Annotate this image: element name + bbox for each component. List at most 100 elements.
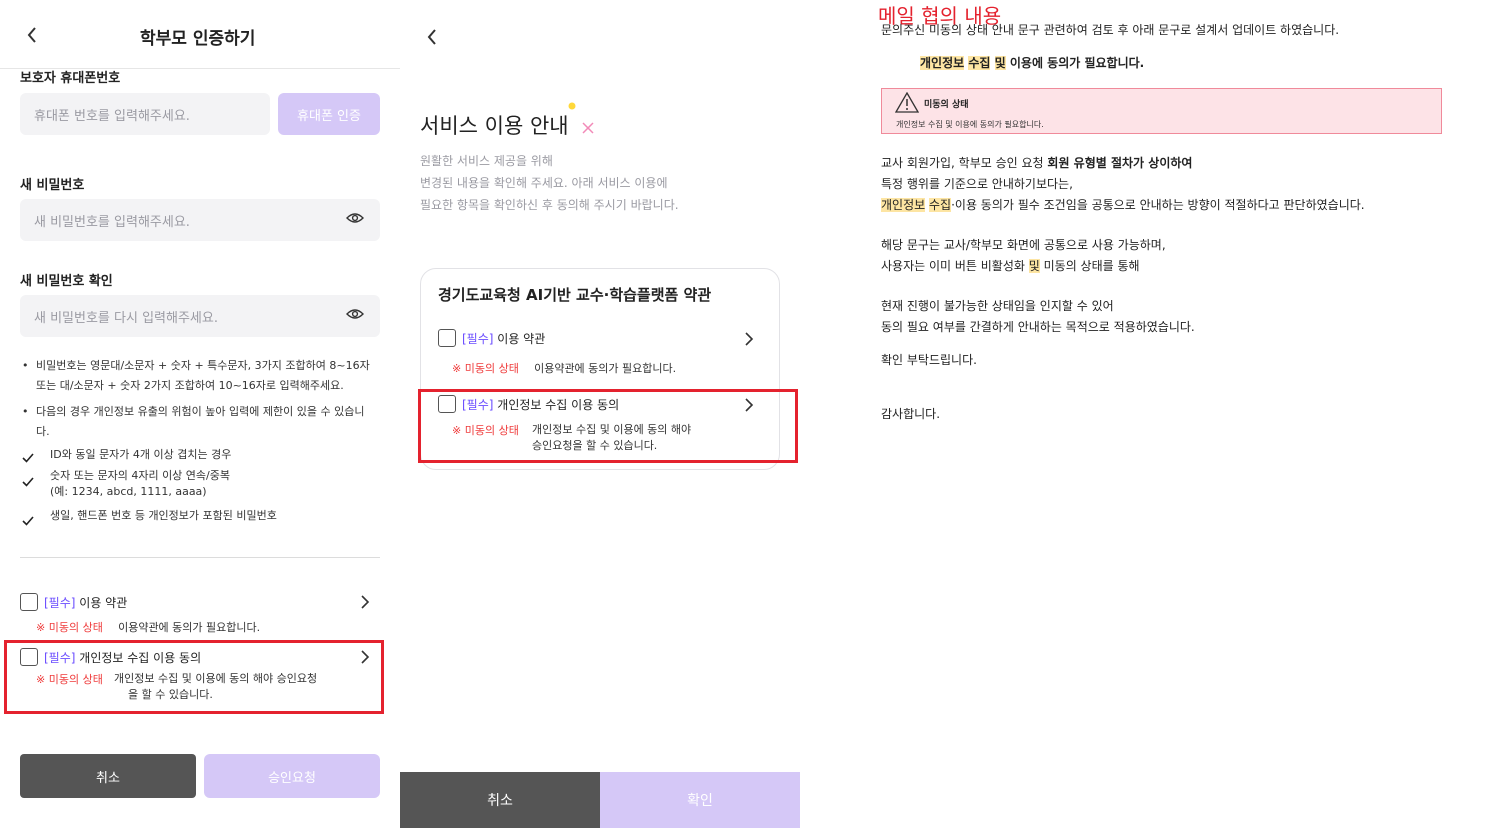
message-rest: 이용에 동의가 필요합니다. <box>1009 56 1145 70</box>
privacy-label: [필수] 개인정보 수집 이용 동의 <box>44 649 201 666</box>
password-rule-1: 비밀번호는 영문대/소문자 + 숫자 + 특수문자, 3가지 조합하여 8~16… <box>22 356 376 396</box>
checkmark-icon <box>22 511 34 530</box>
terms-checkbox[interactable] <box>20 593 38 611</box>
privacy-label-text: 개인정보 수집 이용 동의 <box>79 651 202 665</box>
paragraph-3-line1: 현재 진행이 불가능한 상태임을 인지할 수 있어 <box>881 299 1114 313</box>
confirm-password-input[interactable]: 새 비밀번호를 다시 입력해주세요. <box>20 295 380 337</box>
confirm-button[interactable]: 확인 <box>600 772 800 828</box>
checkmark-icon <box>22 472 34 491</box>
sparkle-dot-icon <box>568 95 576 114</box>
required-tag: [필수] <box>44 651 76 665</box>
highlight-word: 및 <box>994 56 1006 70</box>
text-span-bold: 회원 유형별 절차가 상이하여 <box>1047 156 1193 170</box>
paragraph-2-line2: 사용자는 이미 버튼 비활성화 및 미동의 상태를 통해 <box>881 256 1166 277</box>
mail-paragraph-1: 교사 회원가입, 학부모 승인 요청 회원 유형별 절차가 상이하여 특정 행위… <box>881 153 1501 216</box>
back-chevron-icon[interactable] <box>26 26 38 47</box>
unagreed-status-label: ※ 미동의 상태 <box>452 424 519 437</box>
text-span: ·이용 동의가 필수 조건임을 공통으로 안내하는 방향이 적절하다고 판단하였… <box>951 198 1365 212</box>
description-line2: 변경된 내용을 확인해 주세요. 아래 서비스 이용에 <box>420 176 668 190</box>
terms-checkbox[interactable] <box>438 329 456 347</box>
privacy-warning-line1: 개인정보 수집 및 이용에 동의 해야 <box>532 423 692 436</box>
service-description: 원활한 서비스 제공을 위해 변경된 내용을 확인해 주세요. 아래 서비스 이… <box>420 150 679 216</box>
updated-message: 개인정보 수집 및 이용에 동의가 필요합니다. <box>920 53 1144 74</box>
thanks-text: 감사합니다. <box>881 407 941 421</box>
banner-title: 미동의 상태 <box>924 100 969 110</box>
restriction-item-2-line1: 숫자 또는 문자의 4자리 이상 연속/중복 <box>50 469 230 482</box>
back-chevron-icon[interactable] <box>426 28 438 50</box>
required-tag: [필수] <box>44 596 76 610</box>
highlight-word: 개인정보 <box>881 198 926 212</box>
confirm-password-label: 새 비밀번호 확인 <box>20 274 113 289</box>
eye-icon[interactable] <box>346 212 364 228</box>
paragraph-1-line1: 교사 회원가입, 학부모 승인 요청 회원 유형별 절차가 상이하여 <box>881 153 1501 174</box>
mail-discussion-panel: 메일 협의 내용 문의주신 미동의 상태 안내 문구 관련하여 검토 후 아래 … <box>800 0 1511 828</box>
new-password-placeholder: 새 비밀번호를 입력해주세요. <box>34 214 190 230</box>
phone-input[interactable]: 휴대폰 번호를 입력해주세요. <box>20 93 270 135</box>
description-line3: 필요한 항목을 확인하신 후 동의해 주시기 바랍니다. <box>420 198 679 212</box>
privacy-warning-line2: 을 할 수 있습니다. <box>128 688 213 701</box>
unagreed-status-label: ※ 미동의 상태 <box>452 362 519 375</box>
phone-placeholder: 휴대폰 번호를 입력해주세요. <box>34 108 190 124</box>
restriction-item-2: 숫자 또는 문자의 4자리 이상 연속/중복 (예: 1234, abcd, 1… <box>50 468 230 500</box>
privacy-warning-line1: 개인정보 수집 및 이용에 동의 해야 승인요청 <box>114 672 318 685</box>
text-span: 미동의 상태를 통해 <box>1039 259 1140 273</box>
description-line1: 원활한 서비스 제공을 위해 <box>420 154 553 168</box>
text-span: 사용자는 이미 버튼 비활성화 <box>881 259 1029 273</box>
text-span: 교사 회원가입, 학부모 승인 요청 <box>881 156 1048 170</box>
chevron-right-icon[interactable] <box>744 331 754 350</box>
mail-paragraph-3: 현재 진행이 불가능한 상태임을 인지할 수 있어 동의 필요 여부를 간결하게… <box>881 296 1195 338</box>
highlight-word: 개인정보 <box>920 56 965 70</box>
banner-text: 개인정보 수집 및 이용에 동의가 필요합니다. <box>896 120 1044 129</box>
privacy-warning-line2: 승인요청을 할 수 있습니다. <box>532 439 658 452</box>
paragraph-1-line2: 특정 행위를 기준으로 안내하기보다는, <box>881 177 1073 191</box>
terms-card-title: 경기도교육청 AI기반 교수·학습플랫폼 약관 <box>438 286 712 304</box>
terms-warning-text: 이용약관에 동의가 필요합니다. <box>118 621 261 634</box>
terms-warning: ※ 미동의 상태 이용약관에 동의가 필요합니다. <box>36 616 260 636</box>
phone-label: 보호자 휴대폰번호 <box>20 71 121 86</box>
privacy-warning-text: 개인정보 수집 및 이용에 동의 해야 승인요청을 할 수 있습니다. <box>532 422 691 454</box>
paragraph-1-line3: 개인정보 수집·이용 동의가 필수 조건임을 공통으로 안내하는 방향이 적절하… <box>881 195 1501 216</box>
new-password-label: 새 비밀번호 <box>20 178 85 193</box>
privacy-checkbox[interactable] <box>438 395 456 413</box>
privacy-label-text: 개인정보 수집 이용 동의 <box>497 398 620 412</box>
terms-label-text: 이용 약관 <box>79 596 128 610</box>
cancel-button[interactable]: 취소 <box>20 754 196 798</box>
phone-verify-button[interactable]: 휴대폰 인증 <box>278 93 380 135</box>
restriction-item-3: 생일, 핸드폰 번호 등 개인정보가 포함된 비밀번호 <box>50 509 277 522</box>
page-title: 학부모 인증하기 <box>140 29 256 49</box>
sparkle-cross-icon <box>581 120 595 139</box>
unagreed-status-label: ※ 미동의 상태 <box>36 621 103 634</box>
highlight-word: 수집 <box>968 56 991 70</box>
privacy-warning-text: 개인정보 수집 및 이용에 동의 해야 승인요청 을 할 수 있습니다. <box>114 671 317 703</box>
service-title: 서비스 이용 안내 <box>420 114 569 138</box>
section-divider <box>20 557 380 558</box>
unagreed-status-label: ※ 미동의 상태 <box>36 673 103 686</box>
paragraph-3-line2: 동의 필요 여부를 간결하게 안내하는 목적으로 적용하였습니다. <box>881 320 1195 334</box>
restriction-item-1: ID와 동일 문자가 4개 이상 겹치는 경우 <box>50 448 232 461</box>
approve-request-button[interactable]: 승인요청 <box>204 754 380 798</box>
password-rule-2: 다음의 경우 개인정보 유출의 위험이 높아 입력에 제한이 있을 수 있습니다… <box>22 402 376 442</box>
terms-warning: ※ 미동의 상태 이용약관에 동의가 필요합니다. <box>452 357 676 377</box>
new-password-input[interactable]: 새 비밀번호를 입력해주세요. <box>20 199 380 241</box>
terms-label: [필수] 이용 약관 <box>44 594 127 611</box>
cancel-button[interactable]: 취소 <box>400 772 600 828</box>
confirm-request-text: 확인 부탁드립니다. <box>881 353 977 367</box>
mail-paragraph-2: 해당 문구는 교사/학부모 화면에 공통으로 사용 가능하며, 사용자는 이미 … <box>881 235 1166 277</box>
chevron-right-icon[interactable] <box>744 397 754 416</box>
eye-icon[interactable] <box>346 308 364 324</box>
required-tag: [필수] <box>462 332 494 346</box>
restriction-item-2-line2: (예: 1234, abcd, 1111, aaaa) <box>50 485 207 498</box>
required-tag: [필수] <box>462 398 494 412</box>
mail-intro: 문의주신 미동의 상태 안내 문구 관련하여 검토 후 아래 문구로 설계서 업… <box>881 23 1340 37</box>
parent-auth-screen: 학부모 인증하기 보호자 휴대폰번호 휴대폰 번호를 입력해주세요. 휴대폰 인… <box>0 0 400 828</box>
privacy-label: [필수] 개인정보 수집 이용 동의 <box>462 396 619 413</box>
privacy-checkbox[interactable] <box>20 648 38 666</box>
terms-label-text: 이용 약관 <box>497 332 546 346</box>
chevron-right-icon[interactable] <box>360 649 370 668</box>
highlight-word: 수집 <box>929 198 952 212</box>
highlight-word: 및 <box>1028 259 1040 273</box>
checkmark-icon <box>22 448 34 467</box>
confirm-password-placeholder: 새 비밀번호를 다시 입력해주세요. <box>34 310 218 326</box>
service-notice-screen: 서비스 이용 안내 원활한 서비스 제공을 위해 변경된 내용을 확인해 주세요… <box>400 0 800 828</box>
chevron-right-icon[interactable] <box>360 594 370 613</box>
